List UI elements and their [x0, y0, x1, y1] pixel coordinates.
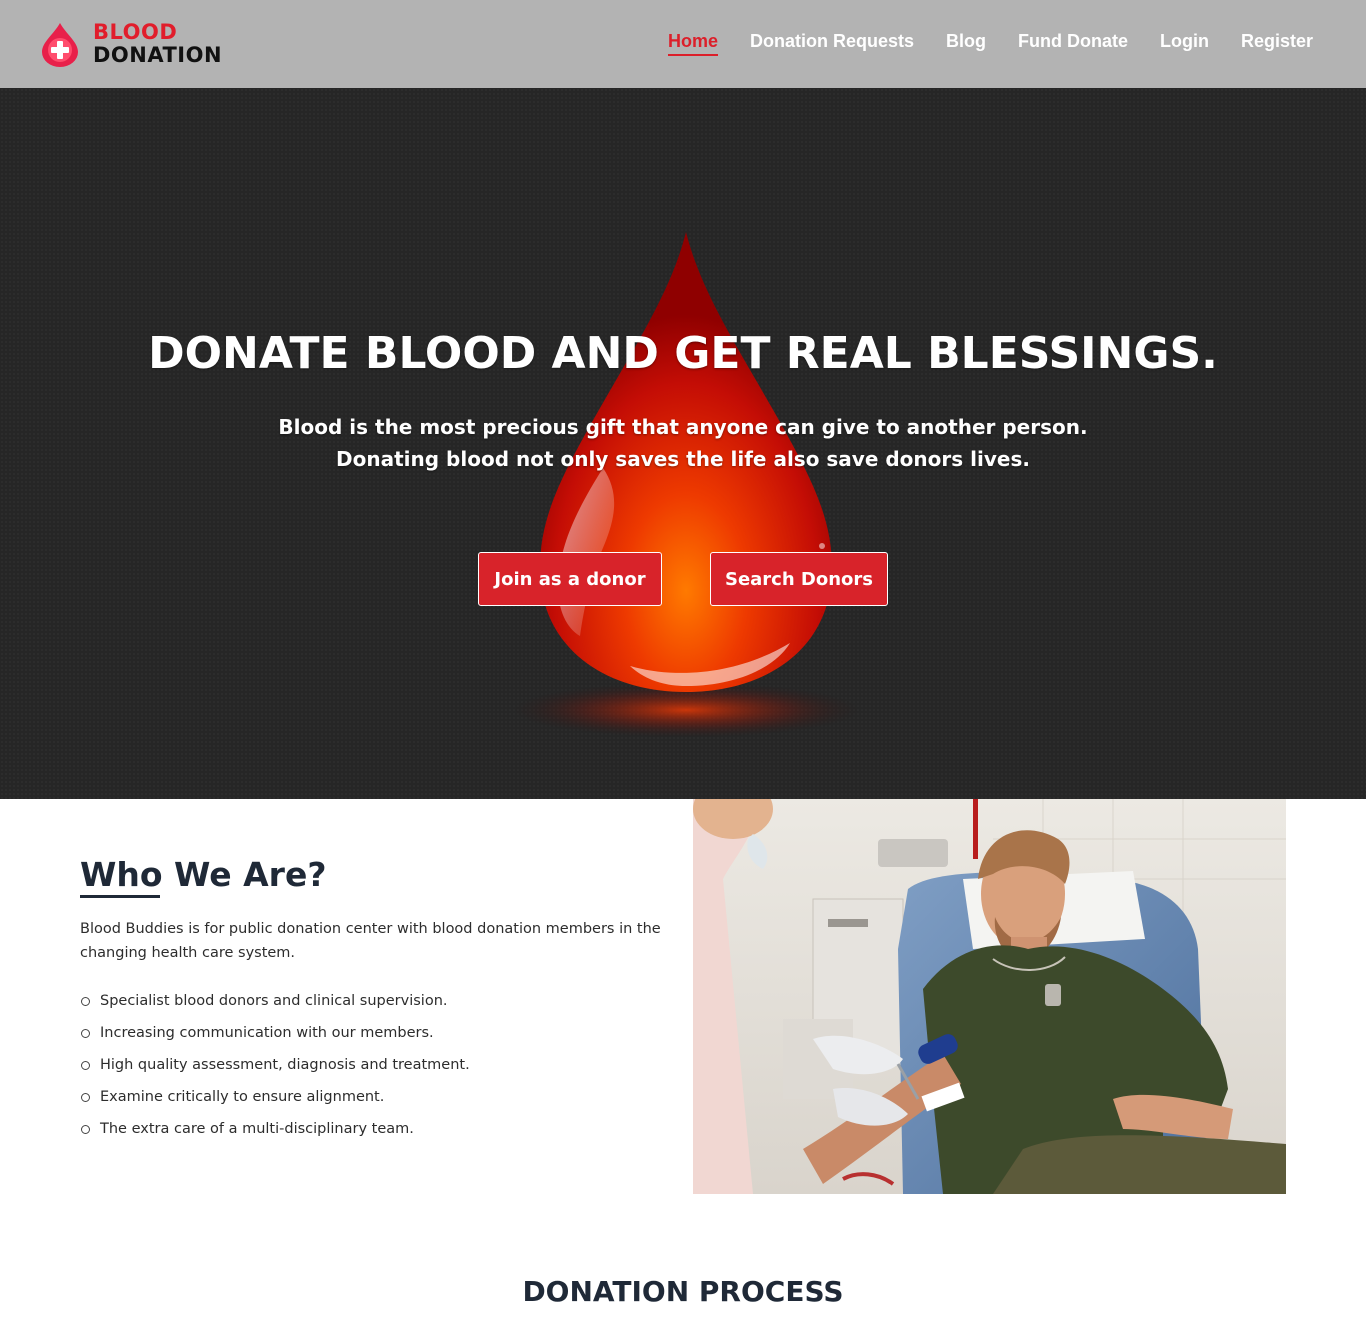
list-item: Increasing communication with our member…: [80, 1021, 470, 1053]
nav-fund-donate[interactable]: Fund Donate: [1018, 31, 1128, 56]
site-logo[interactable]: BLOOD DONATION: [40, 20, 230, 68]
nav-blog[interactable]: Blog: [946, 31, 986, 56]
feature-list: Specialist blood donors and clinical sup…: [80, 989, 470, 1149]
logo-text-blood: BLOOD: [93, 20, 178, 44]
nav-donation-requests[interactable]: Donation Requests: [750, 31, 914, 56]
list-item: The extra care of a multi-disciplinary t…: [80, 1117, 470, 1149]
list-item: High quality assessment, diagnosis and t…: [80, 1053, 470, 1085]
site-header: BLOOD DONATION Home Donation Requests Bl…: [0, 0, 1366, 88]
who-we-are-title: Who We Are?: [80, 855, 327, 894]
nav-home[interactable]: Home: [667, 31, 718, 56]
search-donors-button[interactable]: Search Donors: [710, 552, 888, 606]
blood-donation-photo: [693, 799, 1286, 1194]
donation-scene-illustration: [693, 799, 1286, 1194]
logo-text-donation: DONATION: [93, 43, 223, 67]
list-item: Examine critically to ensure alignment.: [80, 1085, 470, 1117]
hero-title: DONATE BLOOD AND GET REAL BLESSINGS.: [148, 328, 1218, 379]
main-nav: Home Donation Requests Blog Fund Donate …: [667, 31, 1313, 56]
donation-process-title: DONATION PROCESS: [522, 1275, 844, 1308]
blood-drop-logo-icon: [42, 23, 78, 67]
hero-subtitle-line-2: Donating blood not only saves the life a…: [336, 447, 1030, 471]
hero-banner: DONATE BLOOD AND GET REAL BLESSINGS. Blo…: [0, 88, 1366, 799]
list-item: Specialist blood donors and clinical sup…: [80, 989, 470, 1021]
hero-subtitle-line-1: Blood is the most precious gift that any…: [278, 415, 1088, 439]
title-underline: [80, 895, 160, 898]
who-we-are-description: Blood Buddies is for public donation cen…: [80, 921, 661, 961]
hero-subtitle: Blood is the most precious gift that any…: [0, 411, 1366, 475]
join-donor-button[interactable]: Join as a donor: [478, 552, 662, 606]
nav-login[interactable]: Login: [1160, 31, 1209, 56]
nav-register[interactable]: Register: [1241, 31, 1313, 56]
